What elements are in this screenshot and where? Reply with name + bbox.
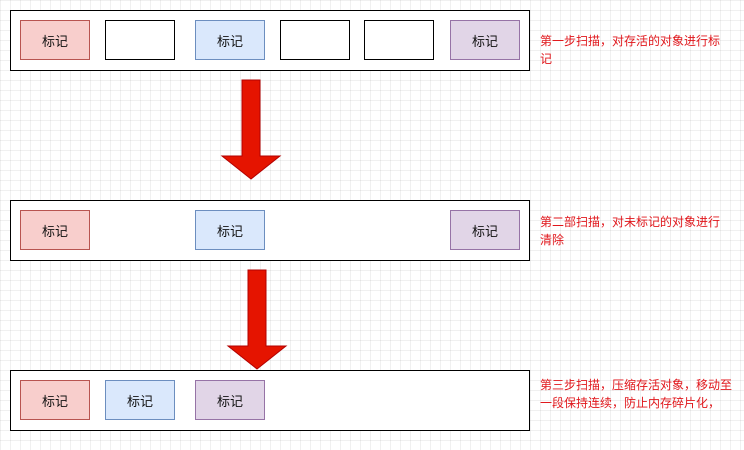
marked-object: 标记 [450, 20, 520, 60]
down-arrow-icon [220, 79, 282, 180]
step-1-note: 第一步扫描，对存活的对象进行标记 [540, 34, 721, 66]
marked-object: 标记 [20, 380, 90, 420]
unmarked-object [105, 20, 175, 60]
marked-object: 标记 [20, 210, 90, 250]
marked-object: 标记 [105, 380, 175, 420]
marked-object: 标记 [195, 20, 265, 60]
down-arrow-icon [226, 269, 288, 370]
step-3-note: 第三步扫描，压缩存活对象，移动至一段保持连续，防止内存碎片化， [540, 378, 733, 410]
step-2-note: 第二部扫描，对未标记的对象进行清除 [540, 215, 721, 247]
unmarked-object [280, 20, 350, 60]
unmarked-object [364, 20, 434, 60]
marked-object: 标记 [450, 210, 520, 250]
marked-object: 标记 [20, 20, 90, 60]
marked-object: 标记 [195, 380, 265, 420]
marked-object: 标记 [195, 210, 265, 250]
diagram-canvas: 标记 标记 标记 第一步扫描，对存活的对象进行标记 标记 标记 标记 第二部扫描… [0, 0, 744, 450]
